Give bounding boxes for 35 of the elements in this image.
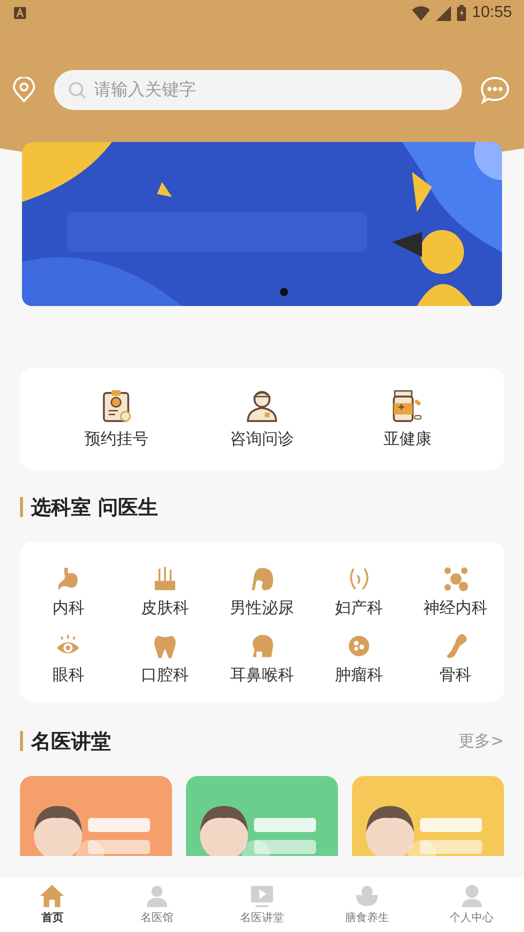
tab[interactable]: 首页: [7, 884, 98, 925]
department-item[interactable]: 皮肤科: [116, 566, 214, 619]
signal-icon: [436, 6, 451, 20]
department-item[interactable]: 耳鼻喉科: [214, 633, 310, 686]
medicine-bottle-icon: [391, 388, 424, 422]
menu-item[interactable]: 预约挂号: [62, 388, 172, 450]
search-field[interactable]: 请输入关键字: [54, 70, 462, 110]
menu-item[interactable]: 亚健康: [352, 388, 462, 450]
department-item[interactable]: 口腔科: [116, 633, 214, 686]
department-item[interactable]: 妇产科: [310, 566, 408, 619]
doctor-icon: [145, 884, 170, 908]
department-item[interactable]: 男性泌尿: [214, 566, 310, 619]
status-time: 10:55: [472, 4, 512, 22]
clipboard-icon: [102, 388, 132, 422]
bowl-icon: [354, 884, 379, 908]
section-title: 选科室 问医生: [31, 494, 158, 520]
department-item[interactable]: 神经内科: [407, 566, 504, 619]
department-item[interactable]: 肿瘤科: [310, 633, 408, 686]
video-icon: [250, 884, 274, 908]
tab[interactable]: 个人中心: [426, 884, 517, 925]
person-icon: [460, 884, 484, 908]
tab[interactable]: 名医馆: [112, 884, 202, 925]
home-icon: [40, 884, 64, 908]
tooth-icon: [152, 633, 178, 659]
keyboard-icon: [14, 7, 26, 19]
tab[interactable]: 膳食养生: [322, 884, 412, 925]
department-item[interactable]: 内科: [20, 566, 117, 619]
wifi-icon: [412, 6, 430, 20]
department-item[interactable]: 眼科: [20, 633, 117, 686]
menu-item[interactable]: 咨询问诊: [206, 388, 317, 450]
doctor-icon: [246, 388, 278, 422]
tab[interactable]: 名医讲堂: [216, 884, 307, 925]
section-title: 名医讲堂: [31, 728, 111, 754]
molecule-icon: [442, 566, 469, 592]
department-item[interactable]: 骨科: [407, 633, 504, 686]
